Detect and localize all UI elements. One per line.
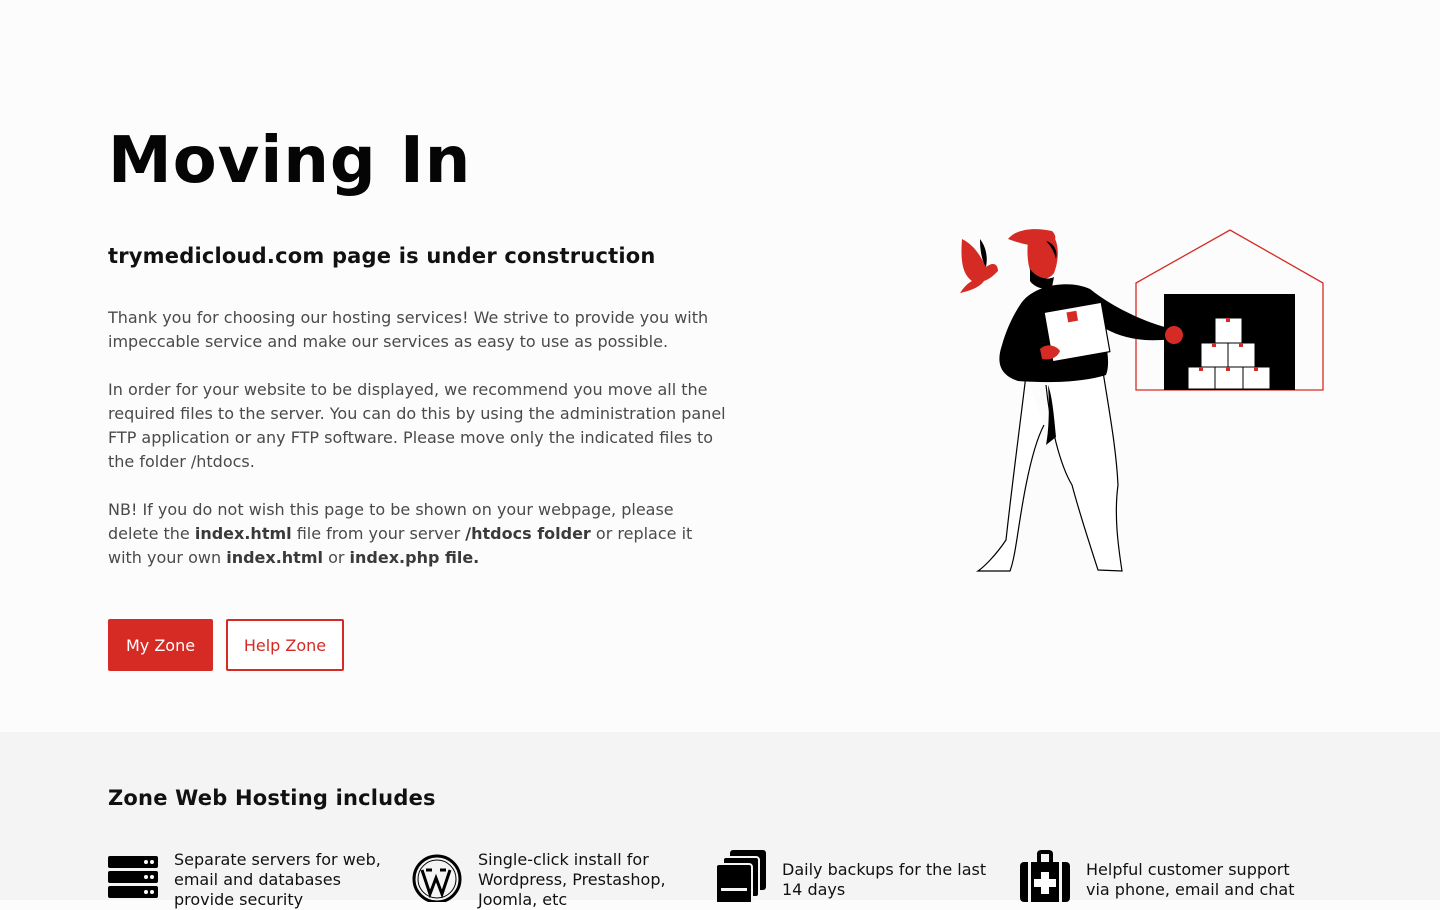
wordpress-icon <box>412 854 462 902</box>
note-text: file from your server <box>291 524 466 543</box>
mover-with-box-warehouse-illustration <box>960 229 1324 572</box>
my-zone-button[interactable]: My Zone <box>108 619 213 671</box>
feature-text: Daily backups for the last 14 days <box>782 860 987 899</box>
feature-text: Separate servers for web, email and data… <box>174 850 381 909</box>
features-section: Zone Web Hosting includes Separate serve… <box>0 732 1440 909</box>
note-bold: /htdocs folder <box>465 524 591 543</box>
feature-item: Daily backups for the last 14 days <box>716 850 1006 902</box>
page-title: Moving In <box>108 124 472 198</box>
note-text: or <box>322 548 350 567</box>
intro-paragraph: Thank you for choosing our hosting servi… <box>108 308 709 351</box>
instructions-paragraph: In order for your website to be displaye… <box>108 380 726 471</box>
hero-section: Moving In trymedicloud.com page is under… <box>0 0 1440 732</box>
feature-item: Separate servers for web, email and data… <box>108 850 398 910</box>
note-bold: index.html <box>226 548 323 567</box>
help-zone-button[interactable]: Help Zone <box>226 619 344 671</box>
server-stack-icon <box>108 856 158 898</box>
features-title: Zone Web Hosting includes <box>108 786 436 810</box>
feature-item: Single-click install for Wordpress, Pres… <box>412 850 702 910</box>
feature-text: Helpful customer support via phone, emai… <box>1086 860 1295 899</box>
feature-text: Single-click install for Wordpress, Pres… <box>478 850 666 909</box>
note-bold: index.html <box>194 524 292 543</box>
page-subtitle: trymedicloud.com page is under construct… <box>108 244 656 268</box>
first-aid-kit-icon <box>1020 850 1070 902</box>
note-bold: index.php file. <box>349 548 480 567</box>
backup-copies-icon <box>716 850 766 902</box>
feature-item: Helpful customer support via phone, emai… <box>1020 850 1310 902</box>
note-paragraph: NB! If you do not wish this page to be s… <box>108 498 728 570</box>
